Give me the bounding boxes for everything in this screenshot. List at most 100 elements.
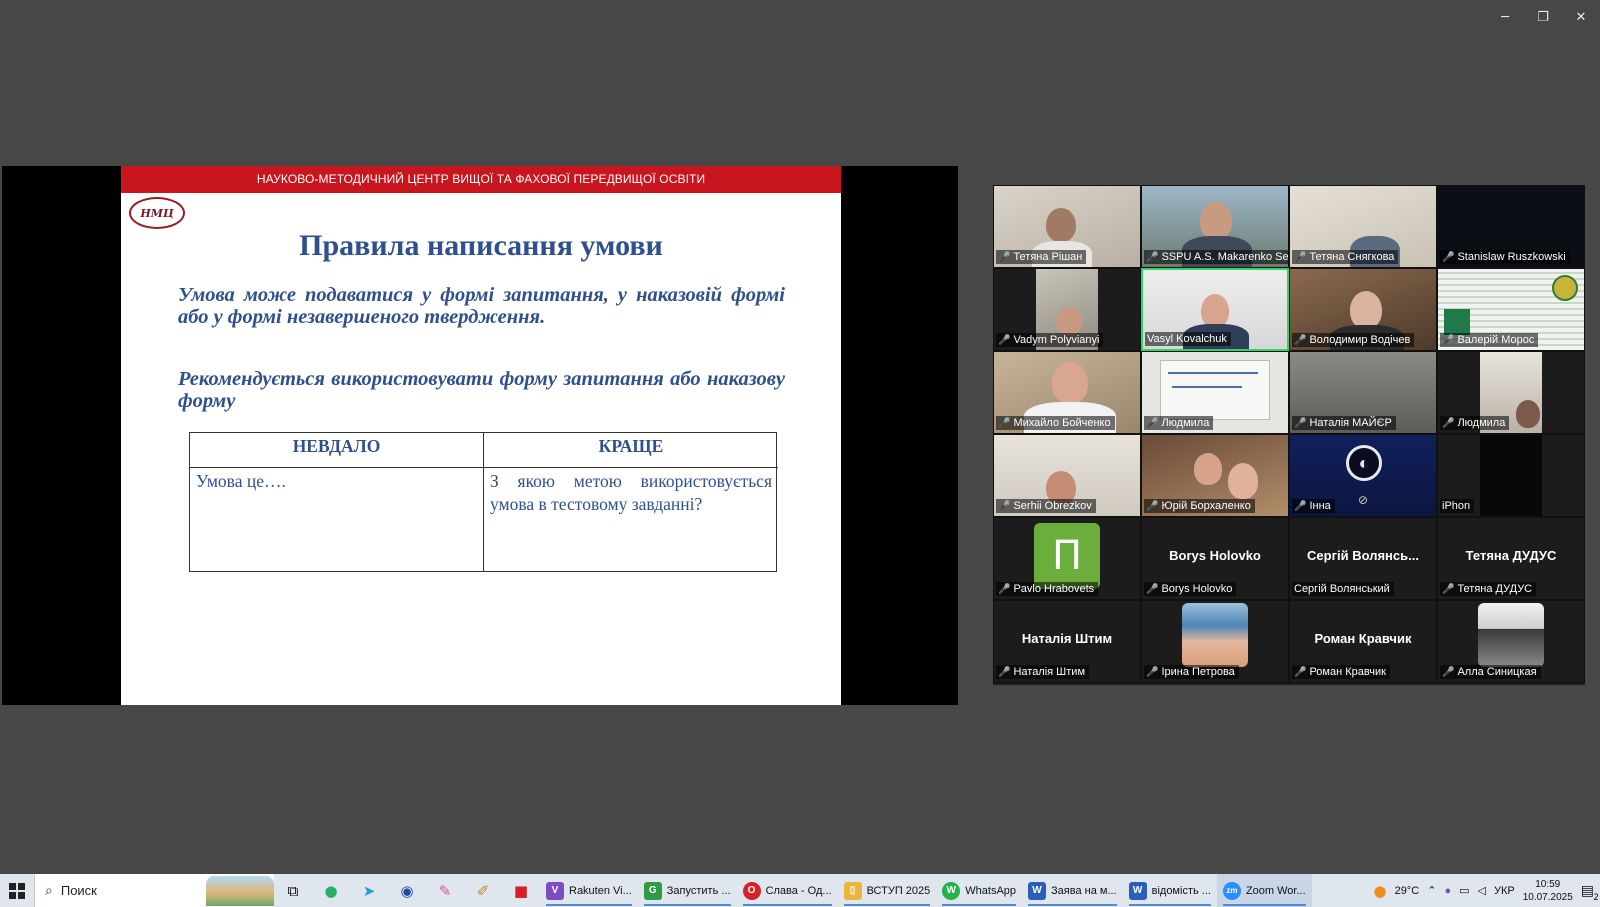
restore-icon[interactable]: ❐	[1524, 0, 1562, 34]
participant-tile[interactable]: Тетяна ДУДУС 🎤 Тетяна ДУДУС	[1437, 517, 1585, 600]
participant-name: 🎤 Алла Синицкая	[1440, 665, 1541, 679]
participant-display-name: Наталія Штим	[1021, 631, 1113, 646]
clock[interactable]: 10:59 10.07.2025	[1523, 878, 1573, 904]
close-icon[interactable]: ✕	[1562, 0, 1600, 34]
wechat-icon[interactable]: ●	[312, 874, 350, 907]
viber-tray-icon[interactable]: ●	[1444, 885, 1451, 897]
mic-muted-icon: 🎤	[1294, 334, 1307, 346]
volume-icon[interactable]: ◁	[1478, 884, 1486, 897]
word-icon: W	[1028, 881, 1047, 900]
participant-gallery: 🎤 Тетяна Рішан 🎤 SSPU A.S. Makarenko Se...…	[993, 185, 1585, 685]
participant-name: 🎤 Наталія МАЙЄР	[1292, 416, 1396, 430]
participant-name: 🎤 Михайло Бойченко	[996, 416, 1115, 430]
participant-display-name: Роман Кравчик	[1314, 631, 1412, 646]
minimize-icon[interactable]: ─	[1486, 0, 1524, 34]
participant-name: 🎤 Тетяна Рішан	[996, 250, 1087, 264]
mic-muted-icon: 🎤	[1294, 251, 1307, 263]
mic-muted-icon: 🎤	[998, 500, 1011, 512]
participant-name: 🎤 Ірина Петрова	[1144, 665, 1239, 679]
mic-muted-icon: 🎤	[1442, 417, 1455, 429]
participant-name: 🎤 Володимир Водічев	[1292, 333, 1415, 347]
participant-tile[interactable]: 🎤 SSPU A.S. Makarenko Se...	[1141, 185, 1289, 268]
mic-muted-icon: 🎤	[1294, 500, 1307, 512]
participant-tile[interactable]: П 🎤 Pavlo Hrabovets	[993, 517, 1141, 600]
task-view-icon[interactable]: ⧉	[274, 874, 312, 907]
participant-name: 🎤 Людмила	[1440, 416, 1510, 430]
taskbar-app-chrome[interactable]: G Запустить ...	[638, 874, 737, 907]
participant-name: 🎤 Vadym Polyvianyi	[996, 333, 1104, 347]
mic-muted-icon: 🎤	[1146, 583, 1159, 595]
shared-screen[interactable]: НАУКОВО-МЕТОДИЧНИЙ ЦЕНТР ВИЩОЇ ТА ФАХОВО…	[2, 166, 958, 705]
obs-logo-icon: ◐	[1346, 445, 1382, 481]
participant-tile[interactable]: 🎤 Людмила	[1437, 351, 1585, 434]
slide-title: Правила написання умови	[299, 229, 663, 262]
word-icon: W	[1128, 881, 1147, 900]
search-placeholder: Поиск	[60, 883, 97, 898]
participant-tile[interactable]: 🎤 Алла Синицкая	[1437, 600, 1585, 683]
taskbar-app-folder[interactable]: ▯ ВСТУП 2025	[838, 874, 937, 907]
participant-tile[interactable]: 🎤 Serhii Obrezkov	[993, 434, 1141, 517]
mic-muted-icon: 🎤	[1146, 251, 1159, 263]
participant-tile[interactable]: iPhon	[1437, 434, 1585, 517]
notification-count: 2	[1593, 892, 1599, 903]
taskbar-app-word-2[interactable]: W відомість ...	[1123, 874, 1217, 907]
temperature[interactable]: 29°C	[1395, 885, 1420, 897]
windows-start-icon[interactable]	[0, 874, 34, 907]
participant-tile[interactable]: 🎤 Тетяна Рішан	[993, 185, 1141, 268]
slide-paragraph-2: Рекомендується використовувати форму зап…	[178, 368, 785, 412]
taskbar-search-box[interactable]: ⌕ Поиск	[34, 874, 274, 907]
participant-display-name: Сергій Волянсь...	[1307, 548, 1419, 563]
participant-tile[interactable]: 🎤 Михайло Бойченко	[993, 351, 1141, 434]
participant-name: 🎤 Роман Кравчик	[1292, 665, 1390, 679]
participant-tile[interactable]: 🎤 Наталія МАЙЄР	[1289, 351, 1437, 434]
participant-name: 🎤 Тетяна ДУДУС	[1440, 582, 1537, 596]
taskbar-app-zoom[interactable]: zm Zoom Wor...	[1216, 874, 1312, 907]
participant-tile[interactable]: Наталія Штим 🎤 Наталія Штим	[993, 600, 1141, 683]
window-controls: ─ ❐ ✕	[1486, 0, 1600, 34]
taskbar-app-rakuten-viber[interactable]: V Rakuten Vi...	[540, 874, 638, 907]
mic-muted-icon: 🎤	[1294, 666, 1307, 678]
participant-tile[interactable]: Borys Holovko 🎤 Borys Holovko	[1141, 517, 1289, 600]
telegram-icon[interactable]: ➤	[350, 874, 388, 907]
participant-display-name: Тетяна ДУДУС	[1465, 548, 1557, 563]
participant-tile[interactable]: ◐ ⊘ 🎤 Інна	[1289, 434, 1437, 517]
participant-name: 🎤 Stanislaw Ruszkowski	[1440, 250, 1570, 264]
participant-tile[interactable]: 🎤 Юрій Борхаленко	[1141, 434, 1289, 517]
table-cell-better: З якою метою використовується умова в те…	[490, 471, 772, 514]
table-header-better: КРАЩЕ	[484, 433, 778, 468]
slide-paragraph-1: Умова може подаватися у формі запитання,…	[178, 284, 785, 328]
participant-tile-active-speaker[interactable]: Vasyl Kovalchuk	[1141, 268, 1289, 351]
participant-tile[interactable]: 🎤 Тетяна Снягкова	[1289, 185, 1437, 268]
paint-icon[interactable]: ✎	[426, 874, 464, 907]
participant-name: 🎤 Pavlo Hrabovets	[996, 582, 1099, 596]
taskbar-app-word-1[interactable]: W Заява на м...	[1022, 874, 1123, 907]
chevron-up-icon[interactable]: ⌃	[1427, 884, 1436, 897]
search-icon: ⌕	[45, 882, 53, 899]
whatsapp-icon: W	[942, 881, 961, 900]
imo-icon[interactable]: ◉	[388, 874, 426, 907]
taskbar-app-whatsapp[interactable]: W WhatsApp	[936, 874, 1022, 907]
participant-tile[interactable]: 🎤 Валерій Морос	[1437, 268, 1585, 351]
participant-tile[interactable]: Сергій Волянсь... Сергій Волянський	[1289, 517, 1437, 600]
participant-name: 🎤 Borys Holovko	[1144, 582, 1237, 596]
participant-tile[interactable]: 🎤 Ірина Петрова	[1141, 600, 1289, 683]
mic-muted-icon: 🎤	[1442, 334, 1455, 346]
anydesk-icon[interactable]: ■	[502, 874, 540, 907]
participant-tile[interactable]: 🎤 Володимир Водічев	[1289, 268, 1437, 351]
participant-name: 🎤 Наталія Штим	[996, 665, 1090, 679]
avatar	[1182, 603, 1248, 667]
weather-icon[interactable]: ●	[1374, 882, 1387, 900]
participant-tile[interactable]: Роман Кравчик 🎤 Роман Кравчик	[1289, 600, 1437, 683]
search-highlight-image	[206, 876, 274, 906]
brush-icon[interactable]: ✐	[464, 874, 502, 907]
windows-taskbar: ⌕ Поиск ⧉ ● ➤ ◉ ✎ ✐ ■ V Rakuten Vi... G …	[0, 874, 1600, 907]
taskbar-app-opera[interactable]: O Слава - Од...	[737, 874, 838, 907]
participant-tile[interactable]: 🎤 Людмила	[1141, 351, 1289, 434]
notification-icon[interactable]: ▤ 2	[1581, 883, 1599, 903]
participant-tile[interactable]: 🎤 Vadym Polyvianyi	[993, 268, 1141, 351]
mic-muted-icon: 🎤	[1146, 500, 1159, 512]
network-icon[interactable]: ▭	[1459, 884, 1469, 897]
language-indicator[interactable]: УКР	[1494, 885, 1515, 897]
mic-muted-icon: 🎤	[1294, 417, 1307, 429]
participant-tile[interactable]: 🎤 Stanislaw Ruszkowski	[1437, 185, 1585, 268]
